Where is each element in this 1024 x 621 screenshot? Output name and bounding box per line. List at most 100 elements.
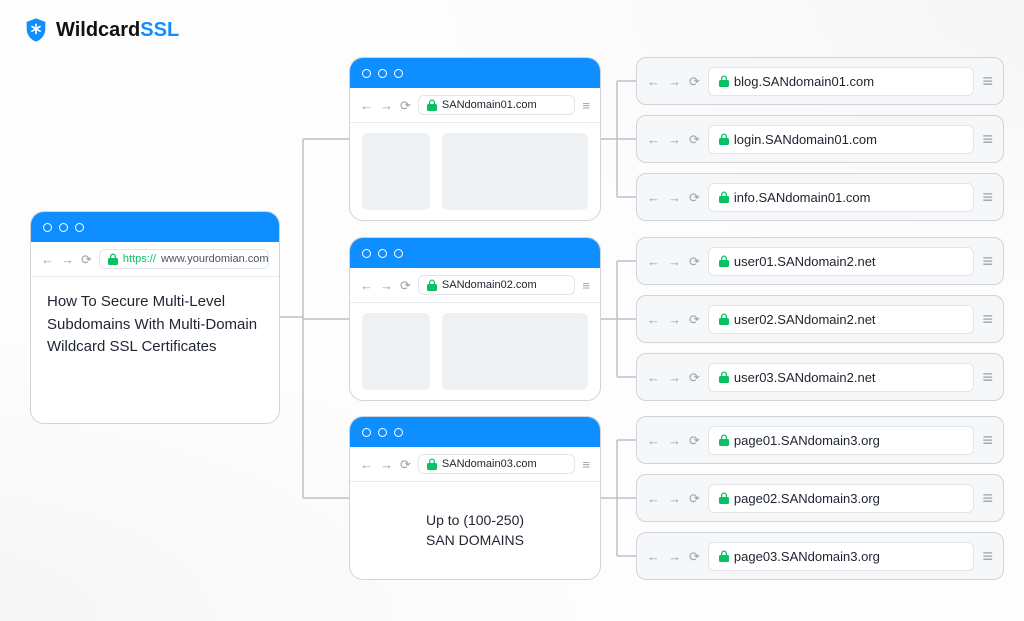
reload-icon: ⟳ [400, 458, 411, 471]
address-bar: login.SANdomain01.com [708, 125, 975, 154]
back-icon: ← [41, 253, 54, 266]
reload-icon: ⟳ [689, 371, 700, 384]
lock-icon [719, 434, 729, 446]
reload-icon: ⟳ [689, 550, 700, 563]
forward-icon: → [668, 371, 681, 384]
lock-icon [427, 99, 437, 111]
reload-icon: ⟳ [400, 279, 411, 292]
subdomain-text: user03.SANdomain2.net [734, 370, 876, 385]
forward-icon: → [380, 99, 393, 112]
reload-icon: ⟳ [689, 191, 700, 204]
address-bar: SANdomain02.com [418, 275, 576, 295]
address-bar: SANdomain03.com [418, 454, 576, 474]
lock-icon [719, 313, 729, 325]
san2-domain: SANdomain02.com [442, 279, 537, 291]
san1-domain: SANdomain01.com [442, 99, 537, 111]
content-placeholder [362, 313, 430, 390]
address-bar: blog.SANdomain01.com [708, 67, 975, 96]
intro-browser-card: ← → ⟳ https://www.yourdomian.com How To … [30, 211, 280, 424]
reload-icon: ⟳ [689, 133, 700, 146]
menu-icon: ≡ [582, 458, 590, 471]
reload-icon: ⟳ [689, 75, 700, 88]
reload-icon: ⟳ [689, 313, 700, 326]
menu-icon: ≡ [982, 252, 993, 270]
subdomain-row: ← → ⟳ login.SANdomain01.com ≡ [636, 115, 1004, 163]
forward-icon: → [668, 255, 681, 268]
forward-icon: → [668, 133, 681, 146]
brand-logo: WildcardSSL [22, 16, 179, 44]
content-placeholder [362, 133, 430, 210]
menu-icon: ≡ [982, 489, 993, 507]
reload-icon: ⟳ [400, 99, 411, 112]
reload-icon: ⟳ [689, 492, 700, 505]
back-icon: ← [647, 75, 660, 88]
subdomain-row: ← → ⟳ user01.SANdomain2.net ≡ [636, 237, 1004, 285]
back-icon: ← [647, 492, 660, 505]
lock-icon [108, 253, 118, 265]
intro-title-text: How To Secure Multi-Level Subdomains Wit… [31, 277, 279, 423]
subdomain-text: page01.SANdomain3.org [734, 433, 880, 448]
lock-icon [719, 255, 729, 267]
forward-icon: → [668, 191, 681, 204]
brand-word2: SSL [140, 19, 179, 41]
address-bar: user03.SANdomain2.net [708, 363, 975, 392]
back-icon: ← [647, 133, 660, 146]
address-bar: SANdomain01.com [418, 95, 576, 115]
subdomain-row: ← → ⟳ blog.SANdomain01.com ≡ [636, 57, 1004, 105]
lock-icon [719, 550, 729, 562]
subdomain-row: ← → ⟳ info.SANdomain01.com ≡ [636, 173, 1004, 221]
brand-word1: Wildcard [56, 19, 140, 41]
menu-icon: ≡ [982, 188, 993, 206]
lock-icon [719, 133, 729, 145]
lock-icon [427, 458, 437, 470]
back-icon: ← [360, 458, 373, 471]
menu-icon: ≡ [582, 99, 590, 112]
content-placeholder [442, 313, 588, 390]
forward-icon: → [61, 253, 74, 266]
address-bar: user01.SANdomain2.net [708, 247, 975, 276]
forward-icon: → [668, 313, 681, 326]
back-icon: ← [360, 99, 373, 112]
subdomain-group-1: ← → ⟳ blog.SANdomain01.com ≡ ← → ⟳ login… [636, 57, 1004, 221]
back-icon: ← [647, 371, 660, 384]
menu-icon: ≡ [982, 130, 993, 148]
subdomain-row: ← → ⟳ user03.SANdomain2.net ≡ [636, 353, 1004, 401]
back-icon: ← [647, 434, 660, 447]
browser-nav-row: ← → ⟳ SANdomain02.com ≡ [350, 268, 600, 303]
lock-icon [719, 75, 729, 87]
back-icon: ← [647, 255, 660, 268]
forward-icon: → [668, 492, 681, 505]
window-titlebar [350, 417, 600, 447]
san3-note: Up to (100-250) SAN DOMAINS [350, 482, 600, 579]
subdomain-text: user01.SANdomain2.net [734, 254, 876, 269]
san-card-3: ← → ⟳ SANdomain03.com ≡ Up to (100-250) … [349, 416, 601, 580]
browser-nav-row: ← → ⟳ SANdomain01.com ≡ [350, 88, 600, 123]
menu-icon: ≡ [582, 279, 590, 292]
address-bar: user02.SANdomain2.net [708, 305, 975, 334]
menu-icon: ≡ [982, 310, 993, 328]
back-icon: ← [647, 313, 660, 326]
window-titlebar [350, 238, 600, 268]
lock-icon [719, 492, 729, 504]
reload-icon: ⟳ [689, 434, 700, 447]
menu-icon: ≡ [982, 72, 993, 90]
subdomain-text: page02.SANdomain3.org [734, 491, 880, 506]
back-icon: ← [647, 191, 660, 204]
back-icon: ← [647, 550, 660, 563]
subdomain-row: ← → ⟳ page02.SANdomain3.org ≡ [636, 474, 1004, 522]
san-card-1: ← → ⟳ SANdomain01.com ≡ [349, 57, 601, 221]
forward-icon: → [668, 434, 681, 447]
address-bar: page01.SANdomain3.org [708, 426, 975, 455]
forward-icon: → [668, 550, 681, 563]
subdomain-text: login.SANdomain01.com [734, 132, 877, 147]
subdomain-text: page03.SANdomain3.org [734, 549, 880, 564]
menu-icon: ≡ [982, 368, 993, 386]
subdomain-text: user02.SANdomain2.net [734, 312, 876, 327]
forward-icon: → [668, 75, 681, 88]
subdomain-text: info.SANdomain01.com [734, 190, 871, 205]
subdomain-group-3: ← → ⟳ page01.SANdomain3.org ≡ ← → ⟳ page… [636, 416, 1004, 580]
address-bar: page03.SANdomain3.org [708, 542, 975, 571]
menu-icon: ≡ [982, 431, 993, 449]
san-card-2: ← → ⟳ SANdomain02.com ≡ [349, 237, 601, 401]
subdomain-row: ← → ⟳ user02.SANdomain2.net ≡ [636, 295, 1004, 343]
